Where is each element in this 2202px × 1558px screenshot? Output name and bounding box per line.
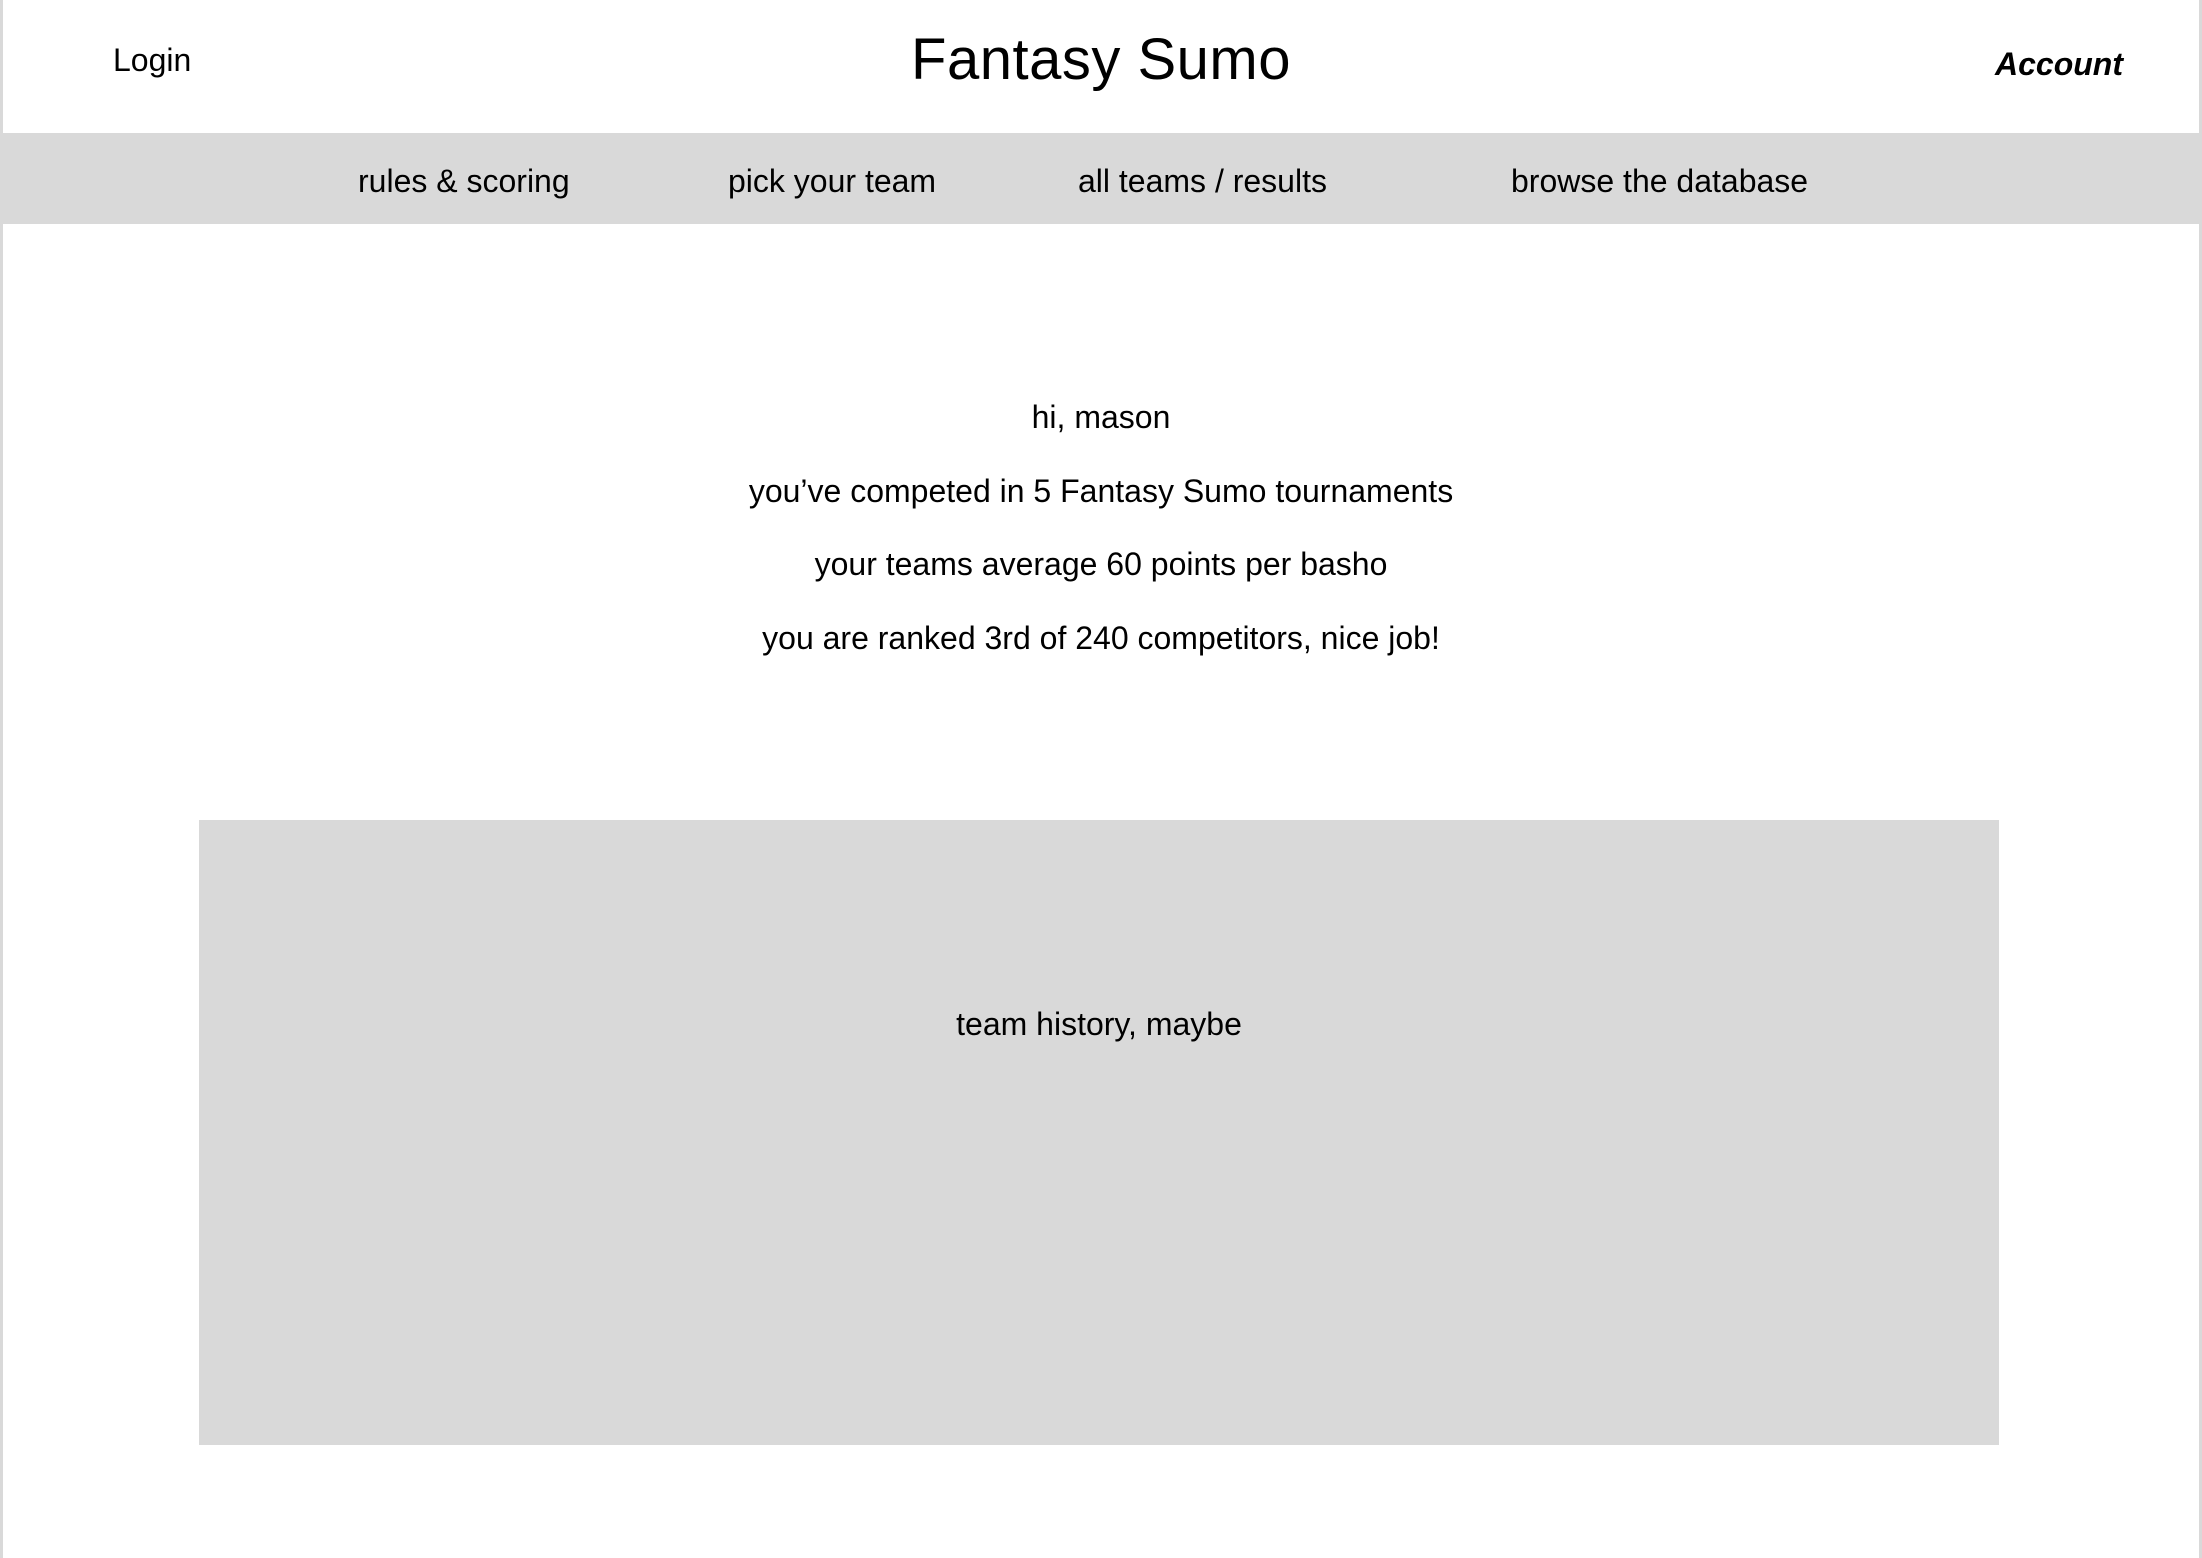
average-points-text: your teams average 60 points per basho [814,546,1388,582]
page-frame: Login Fantasy Sumo Account rules & scori… [0,0,2202,1558]
header: Login Fantasy Sumo Account [3,0,2199,133]
tournaments-text: you’ve competed in 5 Fantasy Sumo tourna… [748,472,1454,509]
nav-item-all-teams-results[interactable]: all teams / results [1078,133,1327,224]
site-title: Fantasy Sumo [911,27,1291,92]
account-link[interactable]: Account [1995,40,2123,88]
team-history-label: team history, maybe [956,1006,1242,1042]
greeting-text: hi, mason [1031,399,1171,435]
team-history-panel: team history, maybe [199,820,1999,1445]
nav-item-pick-your-team[interactable]: pick your team [728,133,936,224]
nav-item-browse-database[interactable]: browse the database [1511,133,1808,224]
main-nav: rules & scoring pick your team all teams… [3,133,2199,224]
rank-text: you are ranked 3rd of 240 competitors, n… [762,619,1440,656]
user-summary: hi, mason you’ve competed in 5 Fantasy S… [3,393,2199,687]
nav-item-rules-scoring[interactable]: rules & scoring [358,133,570,224]
